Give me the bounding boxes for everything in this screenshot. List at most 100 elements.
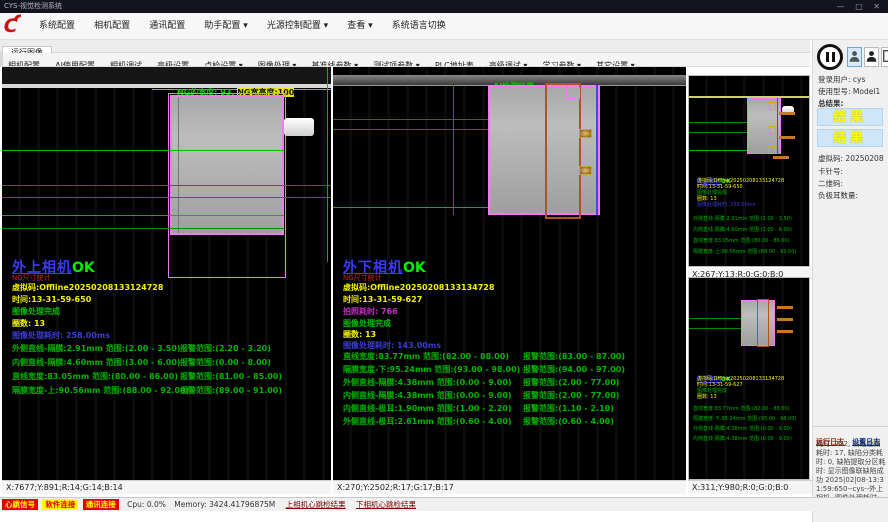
alarm-range: 报警范围:(2.00 - 77.00) xyxy=(523,390,619,401)
tool-spot-check[interactable]: 点检设置 ▾ xyxy=(199,59,248,67)
result-indicator-2: 结果 xyxy=(817,129,883,147)
menu-camera-config[interactable]: 相机配置 xyxy=(87,13,137,40)
tool-other-settings[interactable]: 其它设置 ▾ xyxy=(591,59,640,67)
mini-row: 直线宽度:83.05mm 范围:(80.00 - 86.00) xyxy=(693,237,809,244)
pause-button[interactable] xyxy=(817,44,843,70)
minimize-button[interactable]: — xyxy=(837,2,849,11)
menu-view[interactable]: 查看 ▾ xyxy=(340,13,379,40)
menu-assist-config[interactable]: 助手配置 ▾ xyxy=(197,13,254,40)
photo-elapsed-label: 拍照耗时: 766 xyxy=(343,306,398,317)
tag-label-2 xyxy=(777,318,793,321)
thumbnail-lower-camera[interactable]: 外下相机OK 虚拟码:Offline20250208133134728 时间:1… xyxy=(688,277,810,480)
app-window: CYS-视觉检测系统 — □ ✕ Ƈ 系统配置 相机配置 通讯配置 助手配置 ▾… xyxy=(0,0,888,522)
mini-row: 隔膜宽度-下:95.24mm 范围:(93.00 - 98.00) xyxy=(693,415,809,422)
user-manage-button[interactable] xyxy=(864,47,879,67)
tool-learn-params[interactable]: 学习参数 ▾ xyxy=(537,59,586,67)
tool-test-params[interactable]: 测试项参数 ▾ xyxy=(368,59,425,67)
block-inner-line xyxy=(178,97,179,233)
exit-button[interactable] xyxy=(881,47,888,67)
app-logo-icon: Ƈ xyxy=(4,15,28,38)
green-line-2 xyxy=(2,185,331,186)
barcode-label: 虚拟码:Offline20250208133134728 xyxy=(343,282,494,293)
tag-box-1 xyxy=(769,102,776,110)
green-vline xyxy=(453,85,454,215)
tab-strip: 运行图像 xyxy=(0,40,810,53)
camera-view-lower[interactable]: AI检测结果 外下相机OK NG尺寸统计 虚拟码:Offline20250208… xyxy=(333,67,686,480)
mini-row: 外侧直线-隔膜:4.38mm 范围:(0.00 - 9.00) xyxy=(693,425,809,432)
tool-camera-debug[interactable]: 相机调试 xyxy=(105,59,147,67)
memory-usage: Memory: 3424.41796875M xyxy=(174,500,275,509)
alarm-range: 报警范围:(2.20 - 3.20) xyxy=(180,343,271,354)
maximize-button[interactable]: □ xyxy=(855,2,867,11)
user-value: cys xyxy=(853,75,865,84)
green-line-1 xyxy=(333,119,488,120)
green-edge-line xyxy=(327,67,328,262)
alarm-range: 报警范围:(0.00 - 8.00) xyxy=(180,357,271,368)
blue-edge-line xyxy=(596,85,598,215)
mini-row: 内侧直线-隔膜:4.60mm 范围:(3.00 - 6.00) xyxy=(693,226,809,233)
time-label: 时间:13-31-59-627 xyxy=(343,294,422,305)
menu-comm-config[interactable]: 通讯配置 xyxy=(142,13,192,40)
user-dark-icon xyxy=(865,48,878,64)
alarm-range: 报警范围:(83.00 - 87.00) xyxy=(523,351,625,362)
gold-feature-2 xyxy=(579,166,592,175)
mini-row: 外侧直线-隔膜:2.91mm 范围:(2.00 - 3.50) xyxy=(693,215,809,222)
upper-camera-heartbeat-link[interactable]: 上相机心跳检结果 xyxy=(286,500,346,509)
green-line-5 xyxy=(2,228,284,229)
green-line-3 xyxy=(2,197,331,198)
menu-light-control[interactable]: 光源控制配置 ▾ xyxy=(260,13,335,40)
tab-count-label: 负极耳数量: xyxy=(818,190,858,201)
count-label: 圈数: 13 xyxy=(12,318,45,329)
tool-camera-config[interactable]: 相机配置 xyxy=(3,59,45,67)
tool-advanced-debug[interactable]: 高级调试 ▾ xyxy=(484,59,533,67)
exit-door-icon xyxy=(882,48,888,64)
measurement-row: 外侧直线-隔膜:2.91mm 范围:(2.00 - 3.50)报警范围:(2.2… xyxy=(12,343,181,354)
measurement-row: 直线宽度:83.05mm 范围:(80.00 - 86.00)报警范围:(81.… xyxy=(12,371,178,382)
green-line-1 xyxy=(689,318,741,319)
elapsed-label: 图像处理耗时: 258.00ms xyxy=(12,330,110,341)
mini-row: 内侧直线-隔膜:4.38mm 范围:(0.00 - 9.00) xyxy=(693,435,809,442)
software-link-badge: 软件连接 xyxy=(42,499,78,510)
tool-ai-config[interactable]: AI使用配置 xyxy=(50,59,100,67)
elapsed-label: 图像处理耗时: 143.00ms xyxy=(343,340,441,351)
green-line-3 xyxy=(689,150,747,151)
tag-label-3 xyxy=(773,156,789,159)
measurement-row: 内侧直线-隔膜:4.38mm 范围:(0.00 - 9.00)报警范围:(2.0… xyxy=(343,390,512,401)
user-label: 登录用户: cys xyxy=(818,74,865,85)
measurement-row: 直线宽度:83.77mm 范围:(82.00 - 88.00)报警范围:(83.… xyxy=(343,351,509,362)
measurement-row: 外侧直线-隔膜:4.38mm 范围:(0.00 - 9.00)报警范围:(2.0… xyxy=(343,377,512,388)
gold-feature-1 xyxy=(579,129,592,138)
heartbeat-badge: 心跳信号 xyxy=(2,499,38,510)
model-value: Model1 xyxy=(853,87,880,96)
product-block xyxy=(488,85,600,215)
mini-row: 隔膜宽度-上:90.56mm 范围:(88.00 - 92.00) xyxy=(693,248,809,255)
toolbar: 相机配置 AI使用配置 相机调试 高级设置 点检设置 ▾ 图像处理 ▾ 基准线参… xyxy=(0,53,810,67)
measurement-row: 隔膜宽度-下:95.24mm 范围:(93.00 - 98.00)报警范围:(9… xyxy=(343,364,520,375)
alarm-range: 报警范围:(89.00 - 91.00) xyxy=(180,385,282,396)
pause-icon xyxy=(826,52,829,62)
orange-roi-mini xyxy=(757,299,769,347)
tag-box-3 xyxy=(769,146,776,154)
tool-image-processing[interactable]: 图像处理 ▾ xyxy=(253,59,302,67)
user-login-button[interactable] xyxy=(847,47,862,67)
thumbnail-upper-camera[interactable]: 外上相机OK 虚拟码:Offline20250208133124728 时间:1… xyxy=(688,75,810,267)
cpu-usage: Cpu: 0.0% xyxy=(127,500,166,509)
alarm-range: 报警范围:(94.00 - 97.00) xyxy=(523,364,625,375)
qr-label: 二维码: xyxy=(818,178,843,189)
ok-status-label: OK xyxy=(403,260,426,276)
magenta-small-rect xyxy=(566,87,580,99)
tool-advanced-settings[interactable]: 高级设置 xyxy=(152,59,194,67)
orange-roi-rect xyxy=(545,83,581,219)
barcode-label: 虚拟码: 20250208 xyxy=(818,153,884,164)
count-label: 圈数: 13 xyxy=(343,329,376,340)
pin-label: 卡针号: xyxy=(818,166,843,177)
tool-baseline-params[interactable]: 基准线参数 ▾ xyxy=(307,59,364,67)
lower-camera-heartbeat-link[interactable]: 下相机心跳检结果 xyxy=(356,500,416,509)
close-button[interactable]: ✕ xyxy=(873,2,884,11)
camera-view-upper[interactable]: NG的宽度: 93, NG宽高度:100 外上相机OK NG尺寸统计 虚拟码:O… xyxy=(2,67,331,480)
menu-language-switch[interactable]: 系统语言切换 xyxy=(385,13,453,40)
tool-plc-table[interactable]: PLC地址表 xyxy=(430,59,479,67)
green-line-4 xyxy=(2,215,284,216)
alarm-range: 报警范围:(2.00 - 77.00) xyxy=(523,377,619,388)
menu-system-config[interactable]: 系统配置 xyxy=(32,13,82,40)
